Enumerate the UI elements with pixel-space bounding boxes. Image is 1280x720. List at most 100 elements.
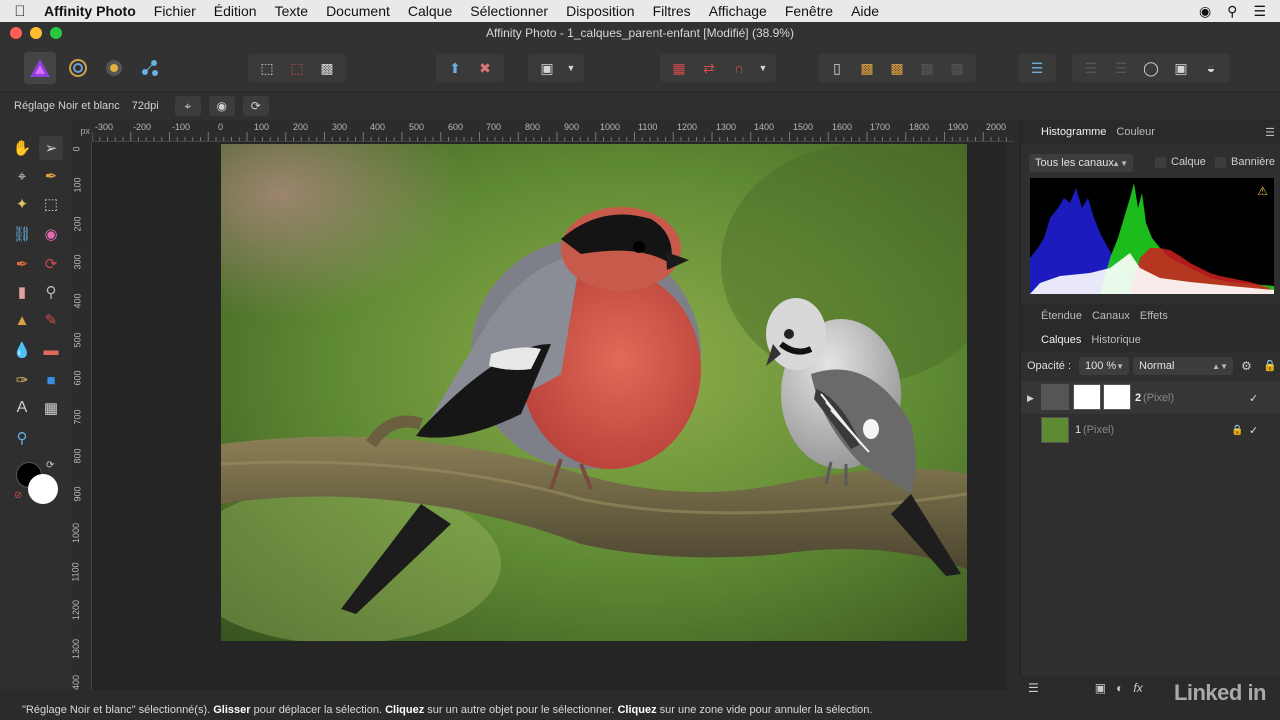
quick-mask-dropdown-icon[interactable]: ▼ [564,57,578,79]
dodge-tool-icon[interactable]: ⚲ [39,280,63,304]
menu-aide[interactable]: Aide [842,3,888,19]
deselect-icon[interactable]: ⬚ [284,57,310,79]
upload-icon[interactable]: ⬆ [442,57,468,79]
blend-mode-select[interactable]: Normal ▲▼ [1133,357,1233,375]
menu-disposition[interactable]: Disposition [557,3,643,19]
boolean-subtract-icon[interactable]: ▣ [1168,57,1194,79]
layer-lock-icon[interactable]: 🔒 [1231,425,1243,436]
swap-colors-icon[interactable]: ⟳ [46,460,54,471]
fill-tool-icon[interactable]: ⛓ [10,222,34,246]
tab-effets[interactable]: Effets [1140,310,1168,322]
menu-fichier[interactable]: Fichier [145,3,205,19]
mesh-warp-icon[interactable]: ▦ [39,396,63,420]
paint-brush-icon[interactable]: ✒ [10,252,34,276]
crop-tool-icon[interactable]: ⌖ [10,164,34,188]
crosshair-icon[interactable]: ⌖ [174,96,201,116]
layer-settings-gear-icon[interactable]: ⚙ [1241,359,1252,373]
distribute-icon[interactable]: ☰ [1108,57,1134,79]
hand-tool-icon[interactable]: ✋ [10,136,34,160]
align-left-icon[interactable]: ☰ [1024,57,1050,79]
panel-menu-icon[interactable]: ☰ [1265,126,1280,139]
tab-historique[interactable]: Historique [1091,334,1141,346]
boolean-intersect-icon[interactable]: ◒ [1198,57,1224,79]
vertical-ruler[interactable]: 0 100 200 300 400 500 600 700 800 900 10… [72,142,92,690]
eraser-icon[interactable]: ▮ [10,280,34,304]
gradient-tool-icon[interactable]: ◉ [39,222,63,246]
opacity-select[interactable]: 100 % ▼ [1079,357,1129,375]
adjustment-icon[interactable]: ◐ [1116,681,1123,695]
apple-icon[interactable]:  [0,3,40,20]
smudge-tool-icon[interactable]: ✎ [39,308,63,332]
visibility-check-icon[interactable]: ✓ [1249,424,1258,437]
marquee-tool-icon[interactable]: ⬚ [39,192,63,216]
grid-icon[interactable]: ▦ [666,57,692,79]
close-window-button[interactable] [10,27,22,39]
photo-persona-icon[interactable] [24,52,56,84]
channel-select[interactable]: Tous les canaux ▲▼ [1029,154,1133,172]
notification-list-icon[interactable]: ☰ [1253,3,1266,20]
send-backward-icon[interactable]: ▩ [914,57,940,79]
bring-front-icon[interactable]: ▩ [854,57,880,79]
horizontal-ruler[interactable]: -300 -200 -100 0 100 200 300 400 500 600… [92,120,1014,142]
liquify-persona-icon[interactable] [62,52,94,84]
tab-etendue[interactable]: Étendue [1041,310,1082,322]
magic-wand-icon[interactable]: ✦ [10,192,34,216]
snapping-dropdown-icon[interactable]: ▼ [756,57,770,79]
clone-stamp-icon[interactable]: ▲ [10,308,34,332]
add-mask-icon[interactable]: ▣ [1095,681,1106,695]
visibility-check-icon[interactable]: ✓ [1249,392,1258,405]
secondary-color-swatch[interactable] [28,474,58,504]
tab-canaux[interactable]: Canaux [1092,310,1130,322]
arrange-extra-icon[interactable]: ▩ [944,57,970,79]
color-picker-icon[interactable]: ✒ [39,164,63,188]
export-persona-icon[interactable] [134,52,166,84]
quick-mask-icon[interactable]: ▣ [534,57,560,79]
blur-tool-icon[interactable]: 💧 [10,338,34,362]
menu-edition[interactable]: Édition [205,3,266,19]
eye-icon[interactable]: ◉ [208,96,235,116]
zoom-tool-icon[interactable]: ⚲ [10,426,34,450]
banner-checkbox[interactable]: Bannière [1215,156,1275,168]
menu-selectionner[interactable]: Sélectionner [461,3,557,19]
zoom-window-button[interactable] [50,27,62,39]
tab-calques[interactable]: Calques [1041,334,1081,346]
move-forward-icon[interactable]: ▯ [824,57,850,79]
layers-stack-icon[interactable]: ☰ [1028,681,1039,695]
snapping-magnet-icon[interactable]: ⇄ [696,57,722,79]
menu-app-name[interactable]: Affinity Photo [40,3,145,19]
erase-icon[interactable]: ✖ [472,57,498,79]
no-color-icon[interactable]: ⊘ [14,490,22,501]
minimize-window-button[interactable] [30,27,42,39]
tab-histogramme[interactable]: Histogramme [1041,126,1106,138]
move-tool-icon[interactable]: ➢ [39,136,63,160]
menu-fenetre[interactable]: Fenêtre [776,3,842,19]
canvas-area[interactable] [92,142,1006,690]
boolean-add-icon[interactable]: ◯ [1138,57,1164,79]
healing-brush-icon[interactable]: ▬ [39,338,63,362]
send-back-icon[interactable]: ▩ [884,57,910,79]
layer-row-1[interactable]: 1 (Pixel) 🔒 ✓ [1021,414,1280,446]
fx-icon[interactable]: fx [1133,681,1142,695]
text-tool-icon[interactable]: A [10,396,34,420]
select-all-icon[interactable]: ⬚ [254,57,280,79]
expand-layer-icon[interactable]: ▶ [1027,393,1034,404]
tab-couleur[interactable]: Couleur [1116,126,1155,138]
creative-cloud-icon[interactable]: ◉ [1199,3,1211,20]
document-photo[interactable] [221,144,967,641]
menu-affichage[interactable]: Affichage [700,3,776,19]
layer-row-2[interactable]: ▶ 2 (Pixel) ✓ [1021,382,1280,414]
menu-document[interactable]: Document [317,3,399,19]
align-center-icon[interactable]: ☰ [1078,57,1104,79]
selection-brush-icon[interactable]: ⟳ [39,252,63,276]
layer-checkbox[interactable]: Calque [1155,156,1206,168]
lock-icon[interactable]: 🔒 [1263,359,1277,372]
refresh-icon[interactable]: ⟳ [242,96,269,116]
pen-tool-icon[interactable]: ✑ [10,368,34,392]
menu-texte[interactable]: Texte [266,3,317,19]
shape-tool-icon[interactable]: ■ [39,368,63,392]
invert-selection-icon[interactable]: ▩ [314,57,340,79]
develop-persona-icon[interactable] [98,52,130,84]
menu-filtres[interactable]: Filtres [644,3,700,19]
menu-calque[interactable]: Calque [399,3,461,19]
spotlight-search-icon[interactable]: ⚲ [1227,3,1237,20]
